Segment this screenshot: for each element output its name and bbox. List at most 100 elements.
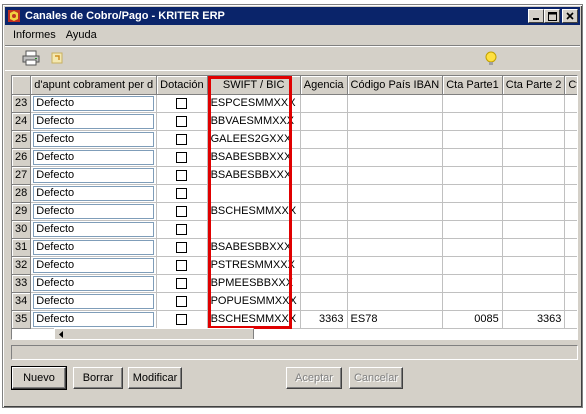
dotacion-cell[interactable] <box>156 94 208 113</box>
agencia-cell[interactable] <box>300 220 348 239</box>
table-row[interactable]: 31 Defecto BSABESBBXXX <box>12 238 577 257</box>
swift-cell[interactable]: BBVAESMMXXX <box>207 112 301 131</box>
cta-parte3-cell[interactable] <box>564 130 577 149</box>
swift-cell[interactable]: BSABESBBXXX <box>207 166 301 185</box>
swift-cell[interactable]: GALEES2GXXX <box>207 130 301 149</box>
swift-cell[interactable]: BSABESBBXXX <box>207 238 301 257</box>
column-header[interactable]: SWIFT / BIC <box>207 76 301 95</box>
cta-parte3-cell[interactable] <box>564 112 577 131</box>
tipus-cell[interactable]: Defecto <box>30 220 158 239</box>
tipus-cell[interactable]: Defecto <box>30 112 158 131</box>
iban-cell[interactable] <box>347 130 444 149</box>
table-row[interactable]: 35DefectoBSCHESMMXXX3363ES78008533630 <box>12 310 577 329</box>
cta-parte2-cell[interactable] <box>502 148 566 167</box>
tipus-cell[interactable]: Defecto <box>30 274 158 293</box>
iban-cell[interactable] <box>347 94 444 113</box>
maximize-button[interactable] <box>544 9 560 23</box>
iban-cell[interactable] <box>347 220 444 239</box>
tipus-cell[interactable]: Defecto <box>30 238 158 257</box>
table-row[interactable]: 32 Defecto PSTRESMMXXX <box>12 256 577 275</box>
cta-parte3-cell[interactable] <box>564 202 577 221</box>
swift-cell[interactable]: PSTRESMMXXX <box>207 256 301 275</box>
swift-cell[interactable]: ESPCESMMXXX <box>207 94 301 113</box>
horizontal-scrollbar[interactable] <box>54 328 254 339</box>
swift-cell[interactable]: POPUESMMXXX <box>207 292 301 311</box>
cta-parte3-cell[interactable] <box>564 148 577 167</box>
iban-cell[interactable] <box>347 202 444 221</box>
cta-parte1-cell[interactable] <box>442 184 503 203</box>
row-number[interactable]: 25 <box>12 130 32 149</box>
row-number[interactable]: 32 <box>12 256 32 275</box>
tipus-cell[interactable]: Defecto <box>30 166 158 185</box>
cta-parte1-cell[interactable] <box>442 238 503 257</box>
swift-cell[interactable] <box>207 220 301 239</box>
cta-parte3-cell[interactable] <box>564 238 577 257</box>
tipus-cell[interactable]: Defecto <box>30 256 158 275</box>
menu-informes[interactable]: Informes <box>11 29 58 41</box>
dotacion-checkbox[interactable] <box>176 133 188 145</box>
dotacion-checkbox[interactable] <box>176 169 188 181</box>
aceptar-button[interactable]: Aceptar <box>286 367 342 389</box>
cta-parte1-cell[interactable] <box>442 166 503 185</box>
minimize-button[interactable] <box>528 9 544 23</box>
row-number[interactable]: 35 <box>12 310 32 329</box>
row-number[interactable]: 31 <box>12 238 32 257</box>
swift-cell[interactable] <box>207 184 301 203</box>
table-row[interactable]: 33 Defecto BPMEESBBXXX <box>12 274 577 293</box>
swift-cell[interactable]: BSCHESMMXXX <box>207 310 301 329</box>
agencia-cell[interactable] <box>300 166 348 185</box>
cta-parte1-cell[interactable] <box>442 292 503 311</box>
row-number[interactable]: 33 <box>12 274 32 293</box>
cta-parte2-cell[interactable] <box>502 220 566 239</box>
column-header[interactable]: Agencia <box>300 76 348 95</box>
cta-parte3-cell[interactable] <box>564 274 577 293</box>
dotacion-checkbox[interactable] <box>176 151 188 163</box>
agencia-cell[interactable] <box>300 94 348 113</box>
iban-cell[interactable] <box>347 238 444 257</box>
cta-parte2-cell[interactable] <box>502 256 566 275</box>
column-header[interactable]: Cta Parte <box>564 76 577 95</box>
dotacion-cell[interactable] <box>156 292 208 311</box>
row-number[interactable]: 24 <box>12 112 32 131</box>
tipus-cell[interactable]: Defecto <box>30 148 158 167</box>
tipus-cell[interactable]: Defecto <box>30 94 158 113</box>
cta-parte1-cell[interactable] <box>442 148 503 167</box>
borrar-button[interactable]: Borrar <box>73 367 123 389</box>
agencia-cell[interactable] <box>300 274 348 293</box>
cta-parte3-cell[interactable] <box>564 256 577 275</box>
dotacion-cell[interactable] <box>156 184 208 203</box>
column-header[interactable]: Código País IBAN <box>347 76 444 95</box>
table-row[interactable]: 25 Defecto GALEES2GXXX <box>12 130 577 149</box>
agencia-cell[interactable] <box>300 202 348 221</box>
cta-parte3-cell[interactable] <box>564 292 577 311</box>
nuevo-button[interactable]: Nuevo <box>11 366 67 390</box>
cta-parte2-cell[interactable] <box>502 202 566 221</box>
menu-ayuda[interactable]: Ayuda <box>64 29 99 41</box>
cta-parte2-cell[interactable]: 3363 <box>502 310 566 329</box>
row-number[interactable]: 28 <box>12 184 32 203</box>
dotacion-checkbox[interactable] <box>176 295 188 307</box>
agencia-cell[interactable] <box>300 256 348 275</box>
iban-cell[interactable] <box>347 256 444 275</box>
dotacion-cell[interactable] <box>156 220 208 239</box>
dotacion-checkbox[interactable] <box>176 97 188 109</box>
row-number[interactable]: 23 <box>12 94 32 113</box>
dotacion-cell[interactable] <box>156 130 208 149</box>
dotacion-checkbox[interactable] <box>176 223 188 235</box>
cta-parte2-cell[interactable] <box>502 130 566 149</box>
agencia-cell[interactable] <box>300 184 348 203</box>
row-number[interactable]: 29 <box>12 202 32 221</box>
tipus-cell[interactable]: Defecto <box>30 184 158 203</box>
tipus-cell[interactable]: Defecto <box>30 292 158 311</box>
iban-cell[interactable] <box>347 292 444 311</box>
dotacion-checkbox[interactable] <box>176 205 188 217</box>
dotacion-cell[interactable] <box>156 166 208 185</box>
dotacion-cell[interactable] <box>156 310 208 329</box>
table-row[interactable]: 23 Defecto ESPCESMMXXX <box>12 94 577 113</box>
cta-parte2-cell[interactable] <box>502 292 566 311</box>
cta-parte2-cell[interactable] <box>502 274 566 293</box>
dotacion-cell[interactable] <box>156 256 208 275</box>
agencia-cell[interactable] <box>300 292 348 311</box>
cta-parte2-cell[interactable] <box>502 238 566 257</box>
column-header[interactable]: Cta Parte 2 <box>502 76 566 95</box>
